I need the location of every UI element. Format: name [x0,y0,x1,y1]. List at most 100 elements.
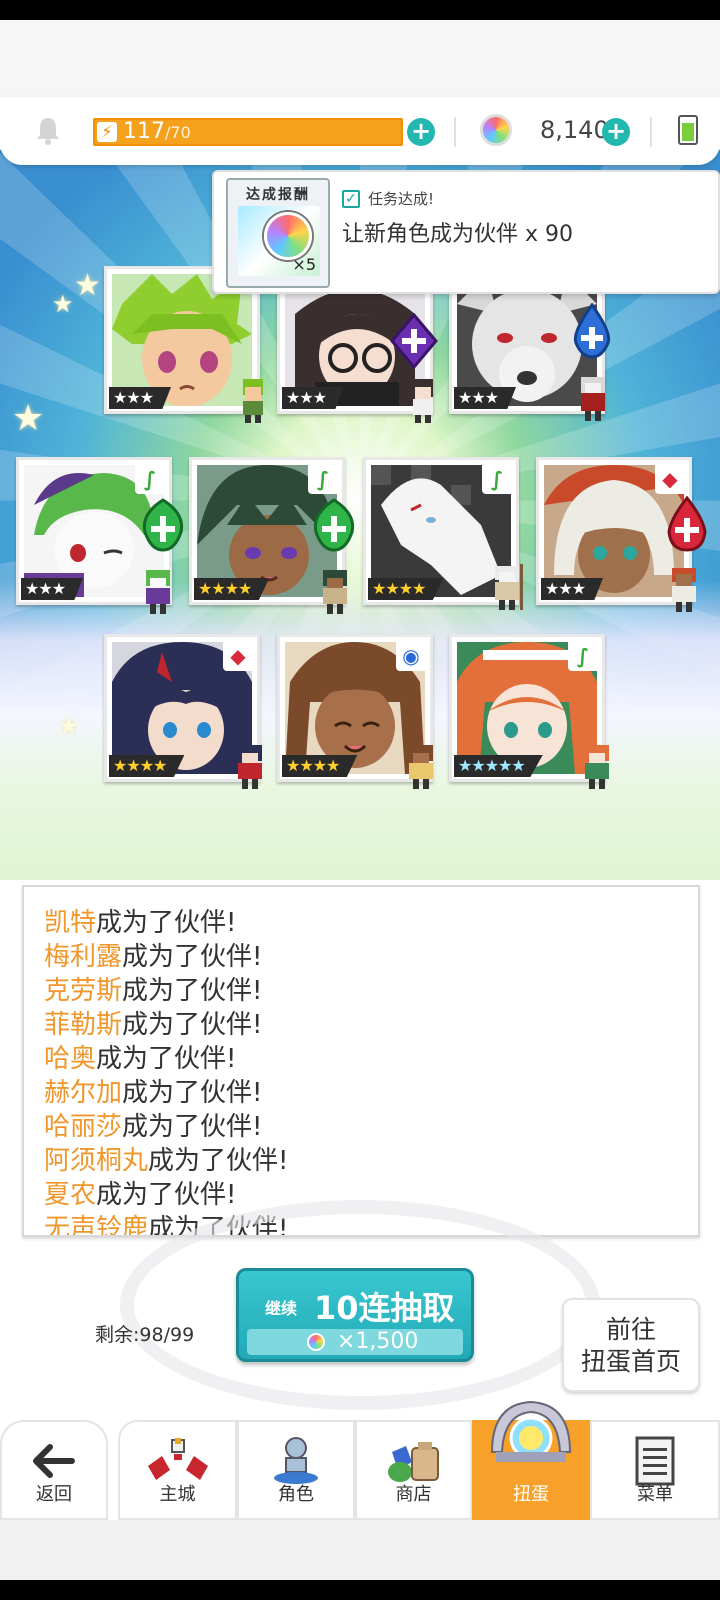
mission-description: 让新角色成为伙伴 x 90 [342,222,574,247]
system-nav-area [0,1520,720,1580]
chibi-sprite [238,745,262,789]
character-card[interactable]: ◆ ★★★ [536,457,707,612]
castle-icon [147,1438,208,1480]
pull-label: 10连抽取 [314,1289,455,1327]
ten-pull-button[interactable]: 继续 10连抽取 ×1,500 [236,1268,474,1362]
character-card[interactable]: ◉ ★★★★ [277,634,433,789]
circle-icon: ◉ [396,641,426,671]
rarity-stars: ★★★★★ [454,755,543,777]
mission-status: 任务达成! [368,190,435,208]
nav-label: 角色 [278,1484,314,1505]
nav-shop[interactable]: 商店 [355,1420,472,1520]
nav-menu[interactable]: 菜单 [590,1420,720,1520]
nav-label: 主城 [159,1484,196,1505]
gem-count: 8,140 [540,116,609,144]
chibi-sprite [585,745,609,789]
gem-icon [307,1333,325,1351]
add-energy-button[interactable]: + [407,118,435,146]
log-line: 赫尔加成为了伙伴! [44,1072,262,1109]
character-name: 夏农 [44,1180,97,1210]
log-suffix: 成为了伙伴! [148,1146,289,1176]
character-card[interactable]: ∫ ★★★ [16,457,184,614]
pull-cost: ×1,500 [247,1329,463,1355]
character-card[interactable]: ◆ ★★★★ [104,634,262,789]
nav-label: 扭蛋 [513,1484,549,1505]
character-name: 克劳斯 [44,976,123,1006]
log-line: 梅利露成为了伙伴! [44,936,262,973]
rarity-stars: ★★★★ [282,755,358,777]
character-card[interactable]: ∫ ★★★★ [363,457,523,610]
nav-label: 商店 [395,1484,432,1505]
character-name: 凯特 [44,908,97,938]
log-line: 阿须桐丸成为了伙伴! [44,1140,288,1177]
chibi-sprite [323,570,347,614]
nav-main-city[interactable]: 主城 [118,1420,237,1520]
bell-icon[interactable] [34,115,62,145]
log-suffix: 成为了伙伴! [96,908,237,938]
sparkle-icon: ★ [52,290,74,318]
leaf-icon: ∫ [568,641,598,671]
reward-card: ×5 [238,206,320,276]
battery-icon [678,115,698,145]
gem-icon [480,114,512,146]
character-name: 哈丽莎 [44,1112,123,1142]
reward-quantity: ×5 [292,255,316,274]
chibi-sprite [146,570,170,614]
chibi-sprite [243,379,263,423]
nav-gacha[interactable]: 扭蛋 [472,1400,590,1520]
diamond-icon: ◆ [223,641,253,671]
gem-icon [264,212,312,260]
add-gems-button[interactable]: + [602,118,630,146]
reward-item: 达成报酬 ×5 [226,178,330,288]
leaf-icon: ∫ [135,464,165,494]
remaining-pulls: 剩余:98/99 [95,1324,195,1346]
character-card[interactable]: ∫ ★★★★★ [449,634,609,789]
shop-bag-icon [387,1442,439,1482]
mission-reward-popup: 达成报酬 ×5 ✓ 任务达成! 让新角色成为伙伴 x 90 [212,170,720,294]
sparkle-icon: ★ [58,712,80,740]
gacha-result-log[interactable]: 凯特成为了伙伴! 梅利露成为了伙伴! 克劳斯成为了伙伴! 菲勒斯成为了伙伴! 哈… [22,885,700,1237]
energy-current: 117 [123,119,165,144]
log-line: 哈丽莎成为了伙伴! [44,1106,262,1143]
chibi-sprite [413,379,433,423]
chibi-sprite [672,568,696,612]
nav-label: 返回 [36,1484,72,1505]
rarity-stars: ★★★ [109,387,172,409]
system-bar [0,1580,720,1600]
grass-orb-icon [142,498,184,552]
evolution-orb-icon [390,313,438,369]
gacha-orb-icon [490,1400,572,1462]
nav-back[interactable]: 返回 [0,1420,108,1520]
divider [650,117,652,147]
resource-header: ⚡ 117/70 + 8,140 + [0,97,720,165]
character-name: 哈奥 [44,1044,97,1074]
menu-list-icon [635,1436,675,1486]
rarity-stars: ★★★ [541,578,604,600]
sparkle-icon: ★ [74,268,101,303]
reward-title: 达成报酬 [246,187,310,203]
log-suffix: 成为了伙伴! [96,1180,237,1210]
lightning-icon: ⚡ [97,122,117,142]
energy-max: /70 [165,123,191,142]
character-name: 菲勒斯 [44,1010,123,1040]
log-suffix: 成为了伙伴! [122,1112,263,1142]
log-suffix: 成为了伙伴! [96,1044,237,1074]
pull-cost-value: ×1,500 [337,1329,419,1354]
log-line: 菲勒斯成为了伙伴! [44,1004,262,1041]
log-suffix: 成为了伙伴! [122,1010,263,1040]
nav-label: 菜单 [637,1484,673,1505]
log-line: 夏农成为了伙伴! [44,1174,236,1211]
fire-orb-icon [667,496,707,552]
checkbox-icon: ✓ [342,190,360,208]
bottom-navigation: 返回 主城 角色 商店 扭蛋 菜单 [0,1400,720,1520]
divider [454,117,456,147]
rarity-stars: ★★★★ [368,578,444,600]
character-card[interactable]: ∫ ★★★★ [189,457,355,614]
back-arrow-icon [33,1444,75,1478]
gacha-home-label-line2: 扭蛋首页 [580,1347,681,1376]
character-name: 梅利露 [44,942,123,972]
log-line: 凯特成为了伙伴! [44,902,236,939]
gacha-home-button[interactable]: 前往 扭蛋首页 [562,1298,700,1392]
nav-characters[interactable]: 角色 [237,1420,355,1520]
chibi-sprite [581,377,605,421]
